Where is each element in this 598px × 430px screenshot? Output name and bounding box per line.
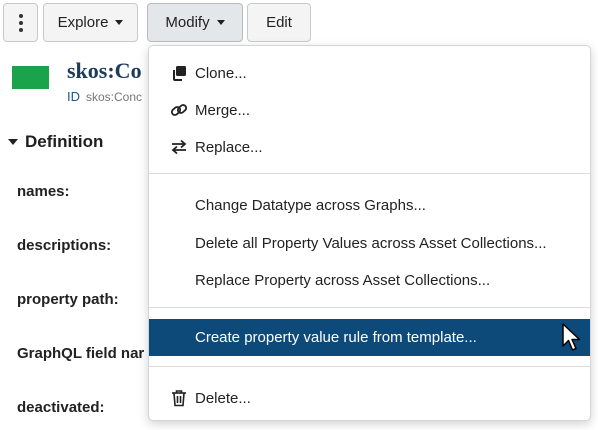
menu-label: Change Datatype across Graphs... [195,196,426,214]
menu-divider [149,366,590,367]
caret-down-icon [115,20,124,25]
clone-icon [170,64,188,82]
menu-item-merge[interactable]: Merge... [149,92,590,128]
menu-item-delete[interactable]: Delete... [149,380,590,416]
field-label-graphql-field-name: GraphQL field nar [17,345,145,362]
explore-dropdown-button[interactable]: Explore [43,3,138,42]
page-title: skos:Co [67,58,142,83]
menu-item-replace[interactable]: Replace... [149,129,590,165]
caret-down-icon [216,20,225,25]
menu-label: Create property value rule from template… [195,329,477,346]
resource-type-swatch [12,66,49,89]
edit-button[interactable]: Edit [247,3,311,42]
field-label-descriptions: descriptions: [17,237,112,254]
menu-label: Replace Property across Asset Collection… [195,271,491,289]
more-actions-button[interactable] [3,3,38,42]
explore-label: Explore [57,14,109,31]
menu-item-clone[interactable]: Clone... [149,55,590,91]
swap-arrows-icon [170,138,188,156]
id-label: ID [67,89,80,104]
menu-label: Delete... [195,389,251,407]
modify-dropdown-button[interactable]: Modify [147,3,243,42]
menu-item-change-datatype[interactable]: Change Datatype across Graphs... [149,187,590,223]
mouse-pointer-icon [562,323,581,351]
menu-label: Clone... [195,64,247,82]
modify-menu: Clone... Merge... Replace... Change Data… [148,45,591,421]
menu-item-replace-property[interactable]: Replace Property across Asset Collection… [149,262,590,298]
menu-item-create-property-value-rule[interactable]: Create property value rule from template… [149,319,590,356]
menu-divider [149,307,590,308]
menu-label: Replace... [195,138,263,156]
definition-section-toggle[interactable]: Definition [8,131,103,153]
field-label-deactivated: deactivated: [17,399,105,416]
link-icon [170,101,188,119]
menu-label: Merge... [195,101,251,119]
menu-item-delete-property-values[interactable]: Delete all Property Values across Asset … [149,225,590,261]
menu-divider [149,173,590,174]
trash-icon [170,389,188,407]
modify-label: Modify [165,14,210,31]
toolbar: Explore Modify Edit [0,0,598,44]
resource-id: ID skos:Conc [67,89,151,107]
collapse-triangle-icon [8,139,18,145]
section-title: Definition [25,132,104,151]
field-label-property-path: property path: [17,291,119,308]
edit-label: Edit [266,14,292,31]
id-value: skos:Conc [86,90,143,104]
menu-label: Delete all Property Values across Asset … [195,234,547,252]
field-label-names: names: [17,183,70,200]
kebab-vertical-icon [18,13,23,18]
